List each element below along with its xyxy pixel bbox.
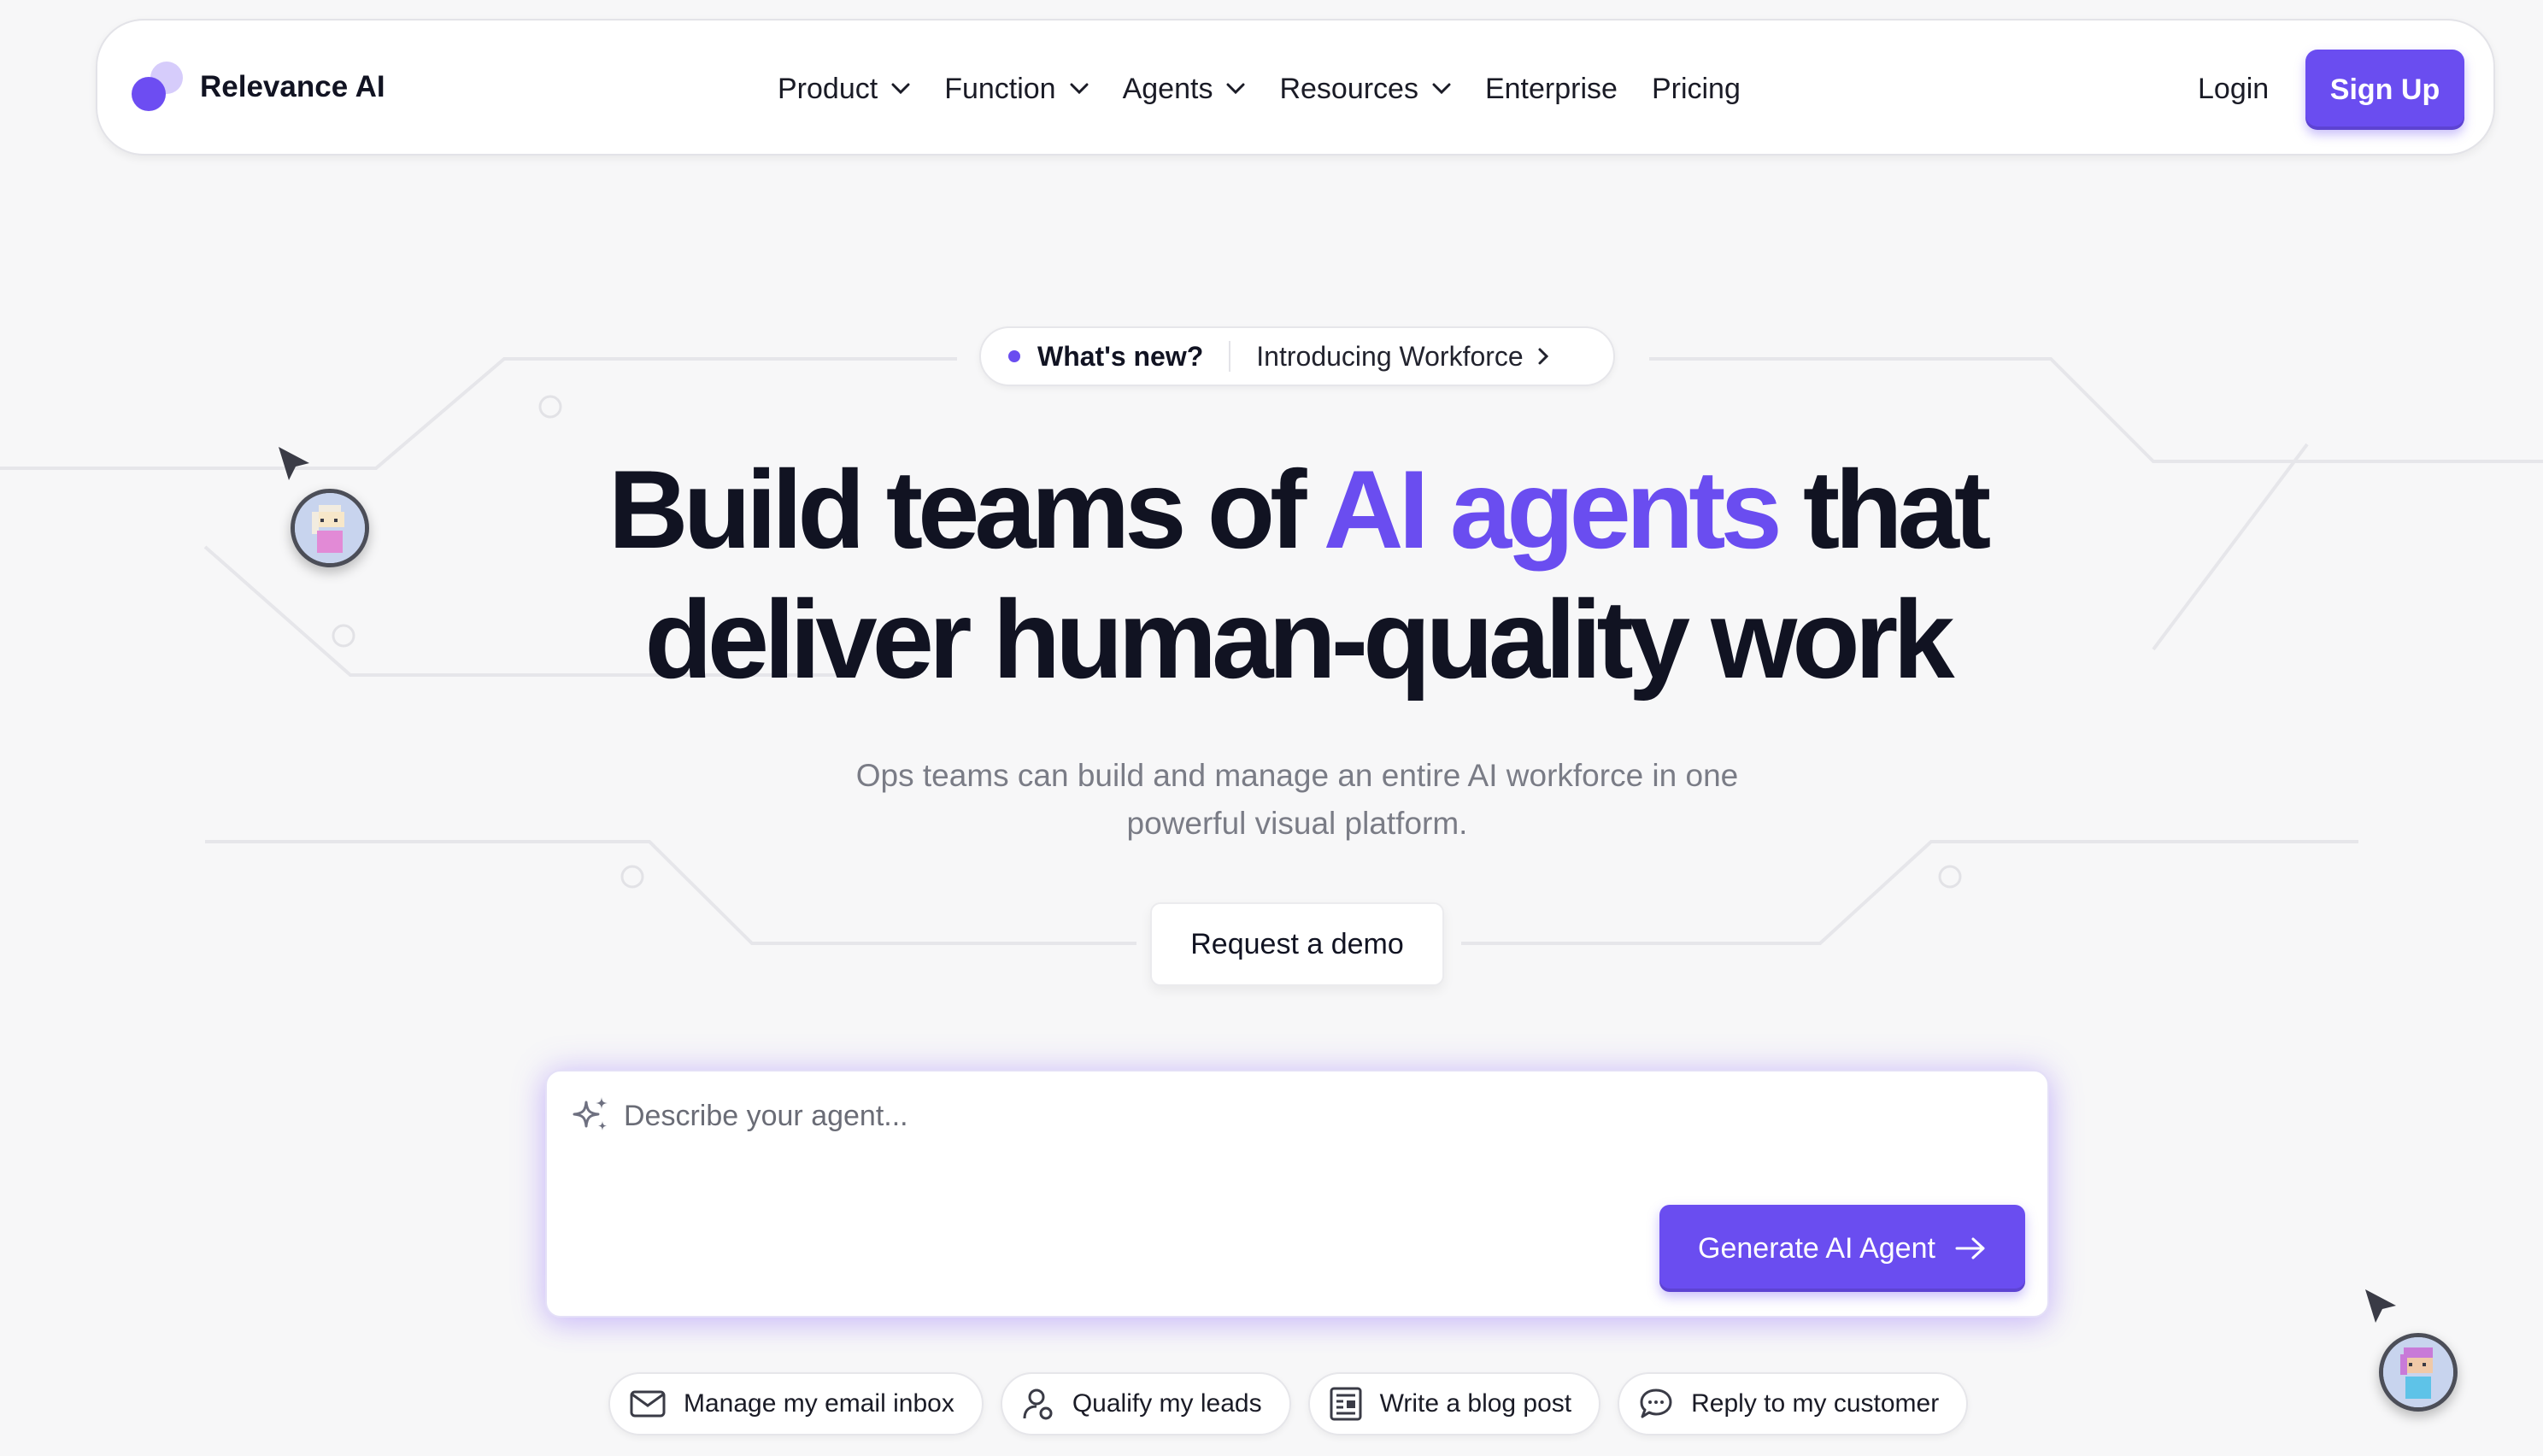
pixel-character-icon [295, 493, 365, 563]
subtitle-line: powerful visual platform. [1126, 806, 1468, 841]
suggestion-chip-leads[interactable]: Qualify my leads [1000, 1372, 1291, 1435]
chevron-down-icon [1070, 83, 1089, 95]
hero-subtitle: Ops teams can build and manage an entire… [769, 752, 1825, 848]
agent-prompt-box: Generate AI Agent [545, 1070, 2049, 1318]
nav-label: Product [778, 72, 878, 105]
divider [1229, 341, 1231, 372]
title-text: that [1777, 447, 1991, 572]
brand-name: Relevance AI [200, 70, 385, 103]
agent-description-input[interactable] [622, 1092, 1959, 1140]
chevron-down-icon [1432, 83, 1451, 95]
main-nav: Product Function Agents Resources Enterp… [778, 21, 1775, 157]
announcement-text: Introducing Workforce [1256, 340, 1524, 372]
suggestion-chips: Manage my email inbox Qualify my leads W… [608, 1372, 1985, 1435]
chevron-down-icon [1226, 83, 1245, 95]
arrow-right-icon [1955, 1237, 1985, 1259]
nav-item-product[interactable]: Product [778, 73, 910, 106]
suggestion-chip-blog[interactable]: Write a blog post [1307, 1372, 1601, 1435]
top-navbar: Relevance AI Product Function Agents Res… [96, 19, 2495, 156]
hero-title-line2: deliver human-quality work [644, 577, 1954, 702]
chip-label: Reply to my customer [1691, 1389, 1940, 1418]
nav-item-enterprise[interactable]: Enterprise [1485, 73, 1618, 106]
chevron-right-icon [1538, 348, 1548, 365]
sparkle-icon [573, 1097, 608, 1130]
announcement-pill[interactable]: What's new? Introducing Workforce [979, 326, 1615, 386]
chevron-down-icon [891, 83, 910, 95]
nav-item-pricing[interactable]: Pricing [1652, 73, 1741, 106]
relevance-logo-icon [132, 62, 185, 113]
hero-title: Build teams of AI agents that deliver hu… [0, 444, 2543, 704]
subtitle-line: Ops teams can build and manage an entire… [855, 758, 1739, 793]
signup-button[interactable]: Sign Up [2305, 50, 2464, 130]
nav-label: Function [944, 72, 1056, 105]
generate-agent-label: Generate AI Agent [1698, 1231, 1935, 1265]
generate-agent-button[interactable]: Generate AI Agent [1659, 1205, 2025, 1292]
user-check-icon [1023, 1388, 1053, 1420]
chip-label: Manage my email inbox [684, 1389, 954, 1418]
title-highlight: AI agents [1323, 447, 1782, 572]
cursor-pointer-icon [279, 447, 309, 480]
cursor-pointer-icon [2365, 1289, 2396, 1323]
status-dot [1008, 350, 1020, 362]
announcement-badge: What's new? [1037, 340, 1204, 372]
chat-bubble-icon [1640, 1388, 1672, 1418]
nav-label: Enterprise [1484, 72, 1618, 105]
avatar [2379, 1333, 2458, 1412]
hero-title-line1: Build teams of AI agents that [0, 444, 2543, 574]
document-icon [1330, 1387, 1362, 1421]
suggestion-chip-reply[interactable]: Reply to my customer [1618, 1372, 1969, 1435]
avatar [291, 489, 369, 567]
login-link[interactable]: Login [2198, 21, 2269, 157]
nav-item-function[interactable]: Function [944, 72, 1089, 106]
nav-item-agents[interactable]: Agents [1123, 73, 1246, 106]
nav-label: Resources [1279, 72, 1418, 105]
mail-icon [630, 1390, 666, 1418]
nav-label: Agents [1122, 72, 1213, 105]
pixel-character-icon [2383, 1337, 2453, 1407]
chip-label: Write a blog post [1379, 1389, 1572, 1418]
nav-item-resources[interactable]: Resources [1279, 73, 1451, 106]
brand-logo[interactable]: Relevance AI [132, 62, 385, 113]
request-demo-button[interactable]: Request a demo [1150, 902, 1444, 986]
title-text: Build teams of [608, 447, 1324, 572]
nav-label: Pricing [1651, 72, 1741, 105]
suggestion-chip-email[interactable]: Manage my email inbox [608, 1372, 984, 1435]
chip-label: Qualify my leads [1072, 1389, 1262, 1418]
